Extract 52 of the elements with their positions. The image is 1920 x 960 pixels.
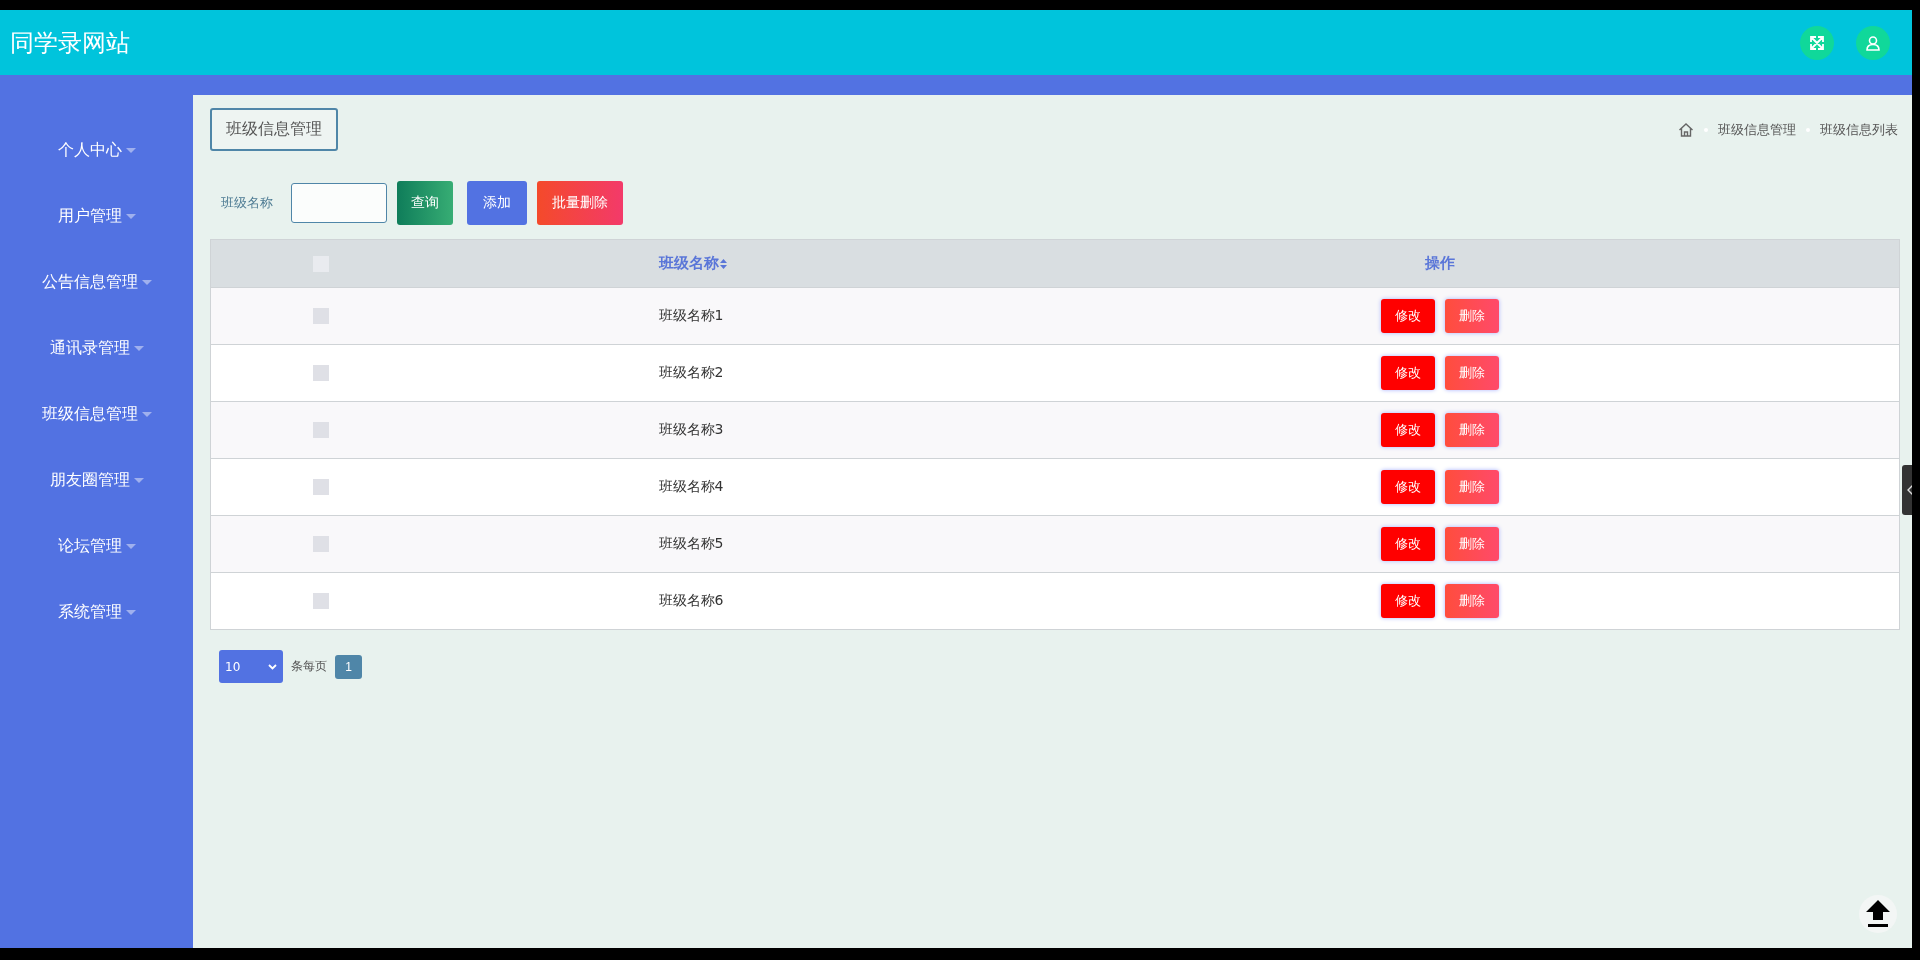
- sidebar-item[interactable]: 个人中心: [0, 117, 193, 183]
- sidebar-item[interactable]: 公告信息管理: [0, 249, 193, 315]
- sort-icon[interactable]: [719, 258, 727, 269]
- table-cell: 班级名称2: [658, 364, 724, 380]
- sidebar-item[interactable]: 通讯录管理: [0, 315, 193, 381]
- sidebar-item[interactable]: 班级信息管理: [0, 381, 193, 447]
- column-header[interactable]: 班级名称: [658, 254, 727, 273]
- row-checkbox[interactable]: [313, 422, 329, 438]
- delete-button[interactable]: 批量删除: [537, 181, 623, 225]
- table-cell: 班级名称3: [658, 421, 724, 437]
- delete-button[interactable]: 删除: [1444, 299, 1499, 333]
- site-title: 同学录网站: [10, 27, 130, 59]
- row-checkbox[interactable]: [313, 365, 329, 381]
- sidebar-item[interactable]: 论坛管理: [0, 513, 193, 579]
- delete-button[interactable]: 删除: [1444, 413, 1499, 447]
- delete-button[interactable]: 删除: [1444, 470, 1499, 504]
- table-cell: 班级名称4: [658, 478, 724, 494]
- search-button[interactable]: 查询: [397, 181, 453, 225]
- user-icon[interactable]: [1856, 25, 1890, 60]
- chevron-down-icon[interactable]: [268, 663, 277, 670]
- sidebar-item[interactable]: 系统管理: [0, 579, 193, 645]
- table-cell: 班级名称6: [658, 592, 724, 608]
- sidebar-item[interactable]: 用户管理: [0, 183, 193, 249]
- page-title: 班级信息管理: [210, 108, 338, 151]
- edit-button[interactable]: 修改: [1380, 470, 1435, 504]
- delete-button[interactable]: 删除: [1444, 356, 1499, 390]
- back-to-top-icon[interactable]: [1858, 894, 1898, 934]
- edit-button[interactable]: 修改: [1380, 584, 1435, 618]
- fullscreen-icon[interactable]: [1800, 25, 1834, 60]
- breadcrumb-item[interactable]: 班级信息管理: [1718, 120, 1796, 139]
- sidebar-item[interactable]: 朋友圈管理: [0, 447, 193, 513]
- page-button[interactable]: 1: [335, 654, 362, 679]
- breadcrumb-item[interactable]: 班级信息列表: [1820, 120, 1898, 139]
- row-checkbox[interactable]: [313, 308, 329, 324]
- row-checkbox[interactable]: [313, 593, 329, 609]
- column-header: 操作: [1424, 254, 1455, 272]
- edit-button[interactable]: 修改: [1380, 299, 1435, 333]
- search-field[interactable]: [291, 183, 387, 223]
- row-checkbox[interactable]: [313, 479, 329, 495]
- delete-button[interactable]: 删除: [1444, 527, 1499, 561]
- edit-button[interactable]: 修改: [1380, 356, 1435, 390]
- page-size-select[interactable]: 10: [219, 650, 283, 683]
- table-cell: 班级名称5: [658, 535, 724, 551]
- search-label: 班级名称: [221, 194, 273, 212]
- table-cell: 班级名称1: [658, 307, 724, 323]
- delete-button[interactable]: 删除: [1444, 584, 1499, 618]
- row-checkbox[interactable]: [313, 536, 329, 552]
- add-button[interactable]: 添加: [467, 181, 527, 225]
- edit-button[interactable]: 修改: [1380, 527, 1435, 561]
- edit-button[interactable]: 修改: [1380, 413, 1435, 447]
- home-icon[interactable]: [1678, 121, 1694, 138]
- per-page-label: 条每页: [291, 658, 327, 675]
